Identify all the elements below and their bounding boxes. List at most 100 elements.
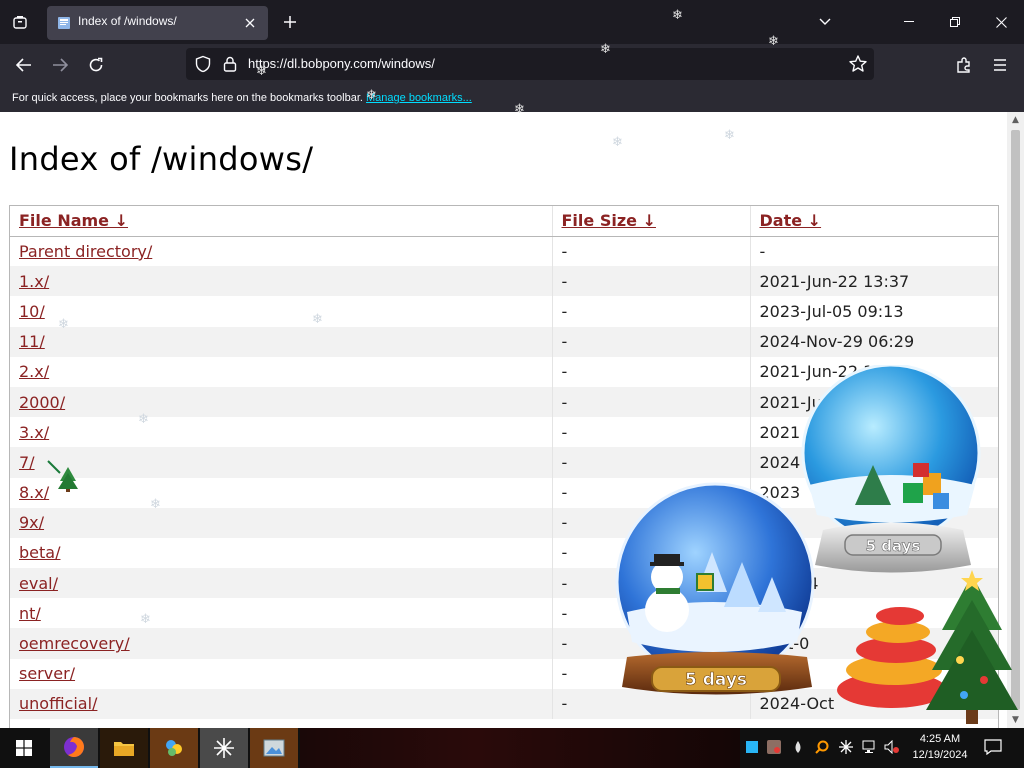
file-name-cell: 2000/ bbox=[10, 386, 552, 418]
bookmark-star-icon[interactable] bbox=[848, 54, 868, 74]
file-name-cell: 9x/ bbox=[10, 507, 552, 538]
bookmarks-hint-text: For quick access, place your bookmarks h… bbox=[12, 92, 363, 104]
file-name-cell: 11/ bbox=[10, 326, 552, 357]
address-bar[interactable]: https://dl.bobpony.com/windows/ bbox=[186, 48, 874, 80]
directory-link[interactable]: 11/ bbox=[19, 332, 45, 351]
file-name-cell: Parent directory/ bbox=[10, 236, 552, 266]
taskbar-file-explorer-icon[interactable] bbox=[100, 728, 148, 768]
directory-link[interactable]: beta/ bbox=[19, 543, 60, 562]
tray-snow-icon[interactable] bbox=[838, 739, 854, 755]
app-menu-icon[interactable] bbox=[986, 51, 1014, 79]
restore-icon[interactable] bbox=[940, 8, 970, 36]
file-size-cell: - bbox=[551, 447, 750, 478]
tray-search-icon[interactable] bbox=[814, 739, 830, 755]
date-cell: 2021-Jun-22 13:37 bbox=[749, 266, 998, 297]
file-name-cell: 7/ bbox=[10, 447, 552, 478]
file-name-cell: beta/ bbox=[10, 538, 552, 568]
page-title: Index of /windows/ bbox=[9, 140, 314, 178]
file-size-cell: - bbox=[551, 236, 750, 267]
file-size-cell: - bbox=[551, 266, 750, 297]
file-size-cell: - bbox=[551, 356, 750, 387]
directory-link[interactable]: oemrecovery/ bbox=[19, 634, 130, 653]
volume-muted-icon[interactable] bbox=[884, 739, 900, 755]
directory-link[interactable]: nt/ bbox=[19, 604, 41, 623]
table-row: 10/ -2023-Jul-05 09:13 bbox=[10, 296, 998, 327]
size-column-header: File Size ↓ bbox=[551, 206, 750, 237]
directory-link[interactable]: 10/ bbox=[19, 302, 45, 321]
file-size-cell: - bbox=[551, 296, 750, 327]
new-tab-icon[interactable] bbox=[278, 10, 302, 34]
url-text[interactable]: https://dl.bobpony.com/windows/ bbox=[248, 56, 435, 71]
directory-link[interactable]: server/ bbox=[19, 664, 75, 683]
close-tab-icon[interactable] bbox=[240, 13, 260, 33]
sort-by-size-link[interactable]: File Size ↓ bbox=[562, 211, 656, 230]
directory-link[interactable]: unofficial/ bbox=[19, 694, 97, 713]
file-name-cell: oemrecovery/ bbox=[10, 628, 552, 659]
globe-days-label: 5 days bbox=[685, 670, 747, 690]
christmas-tree-ornament-icon bbox=[837, 570, 1018, 724]
manage-bookmarks-link[interactable]: Manage bookmarks... bbox=[366, 92, 472, 104]
extensions-puzzle-icon[interactable] bbox=[950, 51, 978, 79]
tab-title: Index of /windows/ bbox=[78, 14, 177, 28]
notification-center-icon[interactable] bbox=[984, 739, 1002, 755]
windows-taskbar: 4:25 AM 12/19/2024 bbox=[0, 728, 1024, 768]
taskbar-decoration bbox=[300, 728, 740, 768]
forward-arrow-icon[interactable] bbox=[46, 51, 74, 79]
reload-icon[interactable] bbox=[82, 51, 110, 79]
snowflake-icon: ❄ bbox=[612, 135, 623, 150]
directory-link[interactable]: 7/ bbox=[19, 453, 35, 472]
file-name-cell: server/ bbox=[10, 659, 552, 689]
scroll-up-arrow-icon[interactable]: ▲ bbox=[1010, 115, 1021, 125]
tray-drop-icon[interactable] bbox=[790, 739, 806, 755]
taskbar-image-viewer-icon[interactable] bbox=[250, 728, 298, 768]
taskbar-app-icon[interactable] bbox=[150, 728, 198, 768]
tracking-protection-shield-icon[interactable] bbox=[194, 55, 212, 73]
tray-app-icon[interactable] bbox=[766, 739, 782, 755]
sort-by-name-link[interactable]: File Name ↓ bbox=[19, 211, 128, 230]
minimize-icon[interactable] bbox=[894, 8, 924, 36]
directory-link[interactable]: 8.x/ bbox=[19, 483, 49, 502]
file-size-cell: - bbox=[551, 417, 750, 448]
date-cell: - bbox=[749, 236, 998, 267]
tray-blue-square-icon[interactable] bbox=[744, 739, 760, 755]
sort-by-date-link[interactable]: Date ↓ bbox=[760, 211, 822, 230]
back-arrow-icon[interactable] bbox=[10, 51, 38, 79]
system-clock[interactable]: 4:25 AM 12/19/2024 bbox=[906, 731, 974, 763]
file-size-cell: - bbox=[551, 386, 750, 418]
table-header-row: File Name ↓ File Size ↓ Date ↓ bbox=[10, 206, 998, 237]
date-cell: 2023-Jul-05 09:13 bbox=[749, 296, 998, 327]
file-name-cell: 8.x/ bbox=[10, 478, 552, 508]
directory-link[interactable]: 1.x/ bbox=[19, 272, 49, 291]
close-window-icon[interactable] bbox=[986, 8, 1016, 36]
start-windows-icon[interactable] bbox=[0, 728, 48, 768]
directory-link[interactable]: eval/ bbox=[19, 574, 58, 593]
directory-link[interactable]: 2000/ bbox=[19, 393, 65, 412]
globe-days-label-2: 5 days bbox=[866, 537, 921, 555]
page-favicon-icon bbox=[58, 17, 70, 29]
taskbar-snow-app-icon[interactable] bbox=[200, 728, 248, 768]
clock-time: 4:25 AM bbox=[919, 733, 961, 745]
bookmarks-toolbar: For quick access, place your bookmarks h… bbox=[0, 86, 1024, 112]
taskbar-firefox-icon[interactable] bbox=[50, 728, 98, 768]
directory-link[interactable]: Parent directory/ bbox=[19, 242, 152, 261]
tab-list-icon[interactable] bbox=[6, 8, 34, 36]
christmas-tree-cursor-icon bbox=[47, 460, 78, 492]
file-name-cell: 3.x/ bbox=[10, 417, 552, 447]
table-row: 11/ -2024-Nov-29 06:29 bbox=[10, 326, 998, 357]
network-icon[interactable] bbox=[862, 739, 878, 755]
snowman-snow-globe-icon: 5 days bbox=[615, 482, 815, 695]
file-name-cell: nt/ bbox=[10, 598, 552, 628]
file-name-cell: 1.x/ bbox=[10, 266, 552, 297]
page-viewport: Index of /windows/ File Name ↓ File Size… bbox=[0, 112, 1024, 728]
directory-link[interactable]: 2.x/ bbox=[19, 362, 49, 381]
file-name-cell: 10/ bbox=[10, 296, 552, 326]
date-cell: 2024-Nov-29 06:29 bbox=[749, 326, 998, 357]
directory-link[interactable]: 9x/ bbox=[19, 513, 44, 532]
date-column-header: Date ↓ bbox=[749, 206, 998, 237]
active-tab[interactable]: Index of /windows/ bbox=[47, 6, 268, 40]
directory-link[interactable]: 3.x/ bbox=[19, 423, 49, 442]
file-size-cell: - bbox=[551, 326, 750, 357]
lock-icon[interactable] bbox=[222, 55, 238, 73]
tab-overflow-chevron-icon[interactable] bbox=[810, 8, 840, 36]
presents-snow-globe-icon: 5 days bbox=[801, 365, 981, 573]
